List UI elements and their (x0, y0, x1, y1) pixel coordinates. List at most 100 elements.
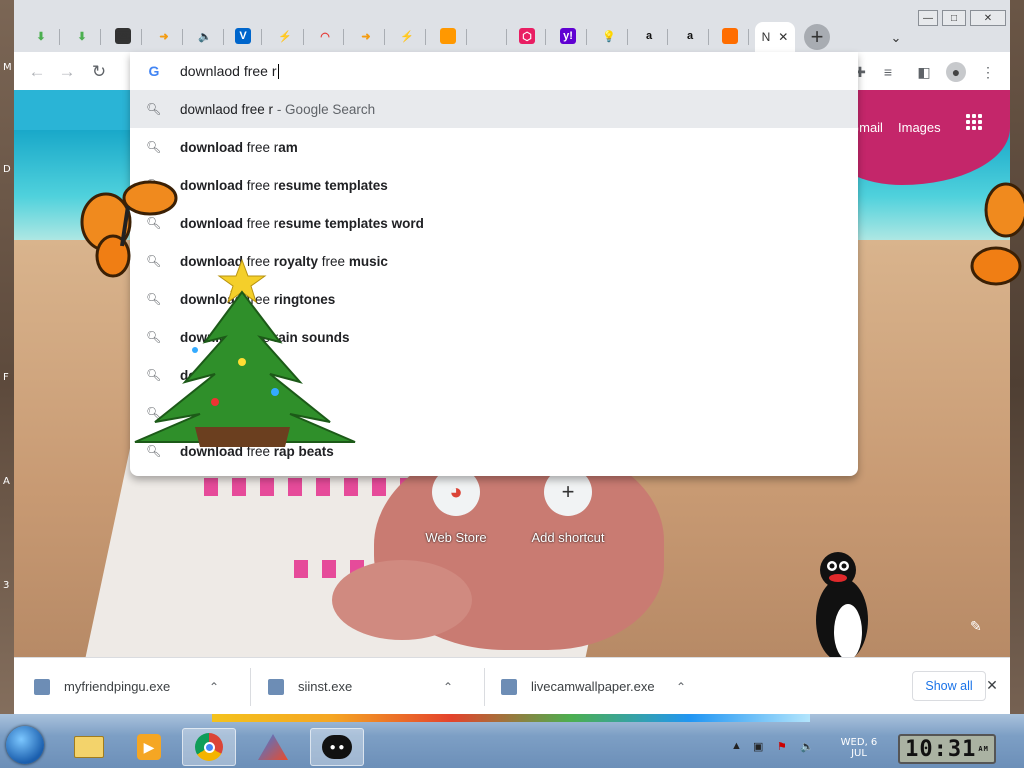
side-panel-icon[interactable]: ◧ (914, 62, 934, 82)
blank-icon (480, 28, 496, 44)
shortcut-label: Add shortcut (531, 530, 605, 545)
tab-separator (384, 29, 385, 45)
download-icon: ⬇ (36, 30, 46, 43)
new-tab-button[interactable]: + (804, 24, 830, 50)
tab[interactable]: ◠ (306, 22, 344, 50)
tab-search-chevron-icon[interactable]: ⌄ (886, 28, 906, 48)
tab[interactable]: a (630, 22, 668, 50)
download-filename: myfriendpingu.exe (64, 679, 171, 694)
tab-separator (586, 29, 587, 45)
tab-separator (627, 29, 628, 45)
chrome-taskbar-icon[interactable] (182, 728, 236, 766)
suggestion-text: download free resume templates (180, 177, 388, 193)
desktop-icon-label: M (3, 62, 12, 73)
tab[interactable]: ⬇ (63, 22, 101, 50)
tab[interactable]: ⌨ (104, 22, 142, 50)
tab[interactable]: ⬡ (508, 22, 546, 50)
amazon-icon: a (686, 30, 694, 42)
lightning-icon: ⚡ (278, 30, 292, 43)
tab[interactable]: V (224, 22, 262, 50)
suggestion-item[interactable]: 🔍︎ download free resume templates word (130, 204, 858, 242)
start-button[interactable] (6, 726, 44, 764)
images-link[interactable]: Images (898, 120, 941, 135)
lightning-icon: ⚡ (400, 30, 414, 43)
keyboard-icon: ⌨ (115, 28, 131, 44)
bulb-icon: 💡 (602, 30, 616, 43)
tab[interactable] (469, 22, 507, 50)
tab[interactable]: 🔈 (186, 22, 224, 50)
back-icon[interactable]: ← (26, 61, 48, 83)
minimize-button[interactable]: — (918, 10, 938, 26)
app-taskbar-icon[interactable] (246, 728, 300, 766)
media-player-icon[interactable]: ▶ (122, 728, 176, 766)
yahoo-icon: y! (560, 28, 576, 44)
shortcut-add[interactable]: + Add shortcut (513, 468, 623, 545)
tab-active[interactable]: N ✕ (755, 22, 795, 52)
download-icon: ⬇ (77, 30, 87, 43)
close-shelf-icon[interactable]: ✕ (982, 675, 1002, 695)
tab[interactable]: 💡 (590, 22, 628, 50)
menu-kebab-icon[interactable]: ⋮ (978, 62, 998, 82)
amazon-icon: a (645, 30, 653, 42)
tab-separator (261, 29, 262, 45)
tab-separator (748, 29, 749, 45)
tab[interactable]: ⚡ (388, 22, 426, 50)
tab[interactable]: ⚡ (266, 22, 304, 50)
shortcut-web-store[interactable]: ◕ Web Store (401, 468, 511, 545)
tab[interactable]: ➜ (145, 22, 183, 50)
volume-icon[interactable]: 🔈 (800, 740, 814, 754)
chevron-up-icon[interactable]: ⌃ (438, 680, 458, 694)
tab-separator (425, 29, 426, 45)
profile-avatar-icon[interactable]: ● (946, 62, 966, 82)
pingu-taskbar-icon[interactable]: ● ● (310, 728, 364, 766)
chevron-up-icon[interactable]: ⌃ (671, 680, 691, 694)
divider (484, 668, 485, 706)
close-button[interactable]: ✕ (970, 10, 1006, 26)
desktop-icon-label: 3 (3, 580, 10, 591)
exe-file-icon (34, 678, 50, 695)
download-item[interactable]: siinst.exe ⌃ (268, 658, 458, 715)
tab-separator (708, 29, 709, 45)
chevron-up-icon[interactable]: ⌃ (204, 680, 224, 694)
forward-icon[interactable]: → (56, 61, 78, 83)
suggestion-item[interactable]: 🔍︎ download free ram (130, 128, 858, 166)
tab[interactable]: ➜ (347, 22, 385, 50)
omnibox-input[interactable]: downlaod free r (180, 63, 279, 80)
tray-expand-icon[interactable]: ▲ (731, 740, 745, 754)
suggestion-item[interactable]: 🔍︎ downlaod free r - Google Search (130, 90, 858, 128)
maximize-button[interactable]: □ (942, 10, 966, 26)
download-shelf: myfriendpingu.exe ⌃ siinst.exe ⌃ livecam… (14, 657, 1010, 714)
suggestion-item[interactable]: 🔍︎download free resume templates (130, 166, 858, 204)
media-queue-icon[interactable]: ≡ (878, 62, 898, 82)
download-item[interactable]: myfriendpingu.exe ⌃ (34, 658, 224, 715)
explorer-icon[interactable] (62, 728, 116, 766)
apps-grid-icon[interactable] (966, 114, 982, 130)
speaker-icon: 🔈 (198, 30, 212, 43)
shield-icon: ⬡ (519, 28, 535, 44)
tab[interactable]: y! (549, 22, 587, 50)
clock-display[interactable]: 10:31 AM (898, 734, 996, 764)
search-icon: 🔍︎ (146, 140, 162, 154)
tab-close-icon[interactable]: ✕ (778, 30, 788, 44)
tab-title: N (761, 30, 771, 44)
tab[interactable]: ● (429, 22, 467, 50)
download-filename: siinst.exe (298, 679, 353, 694)
tab[interactable]: ● (711, 22, 749, 50)
exe-file-icon (268, 678, 284, 695)
suggestion-text: downlaod free r - Google Search (180, 101, 376, 117)
desktop-icon-label: A (3, 476, 10, 487)
v-icon: V (235, 28, 251, 44)
omnibox-input-row[interactable]: G downlaod free r (130, 52, 858, 90)
reload-icon[interactable]: ↻ (88, 61, 110, 83)
christmas-tree-sticker (134, 258, 356, 447)
tab[interactable]: a (671, 22, 709, 50)
show-all-button[interactable]: Show all (912, 671, 986, 701)
customize-pencil-icon[interactable]: ✎ (970, 618, 988, 636)
download-item[interactable]: livecamwallpaper.exe ⌃ (501, 658, 691, 715)
network-icon[interactable]: ▣ (753, 740, 767, 754)
plus-icon: + (810, 24, 824, 49)
flag-icon[interactable]: ⚑ (777, 740, 791, 754)
suggestion-text: download free ram (180, 139, 298, 155)
arc-icon: ◠ (320, 30, 330, 43)
tab[interactable]: ⬇ (22, 22, 60, 50)
